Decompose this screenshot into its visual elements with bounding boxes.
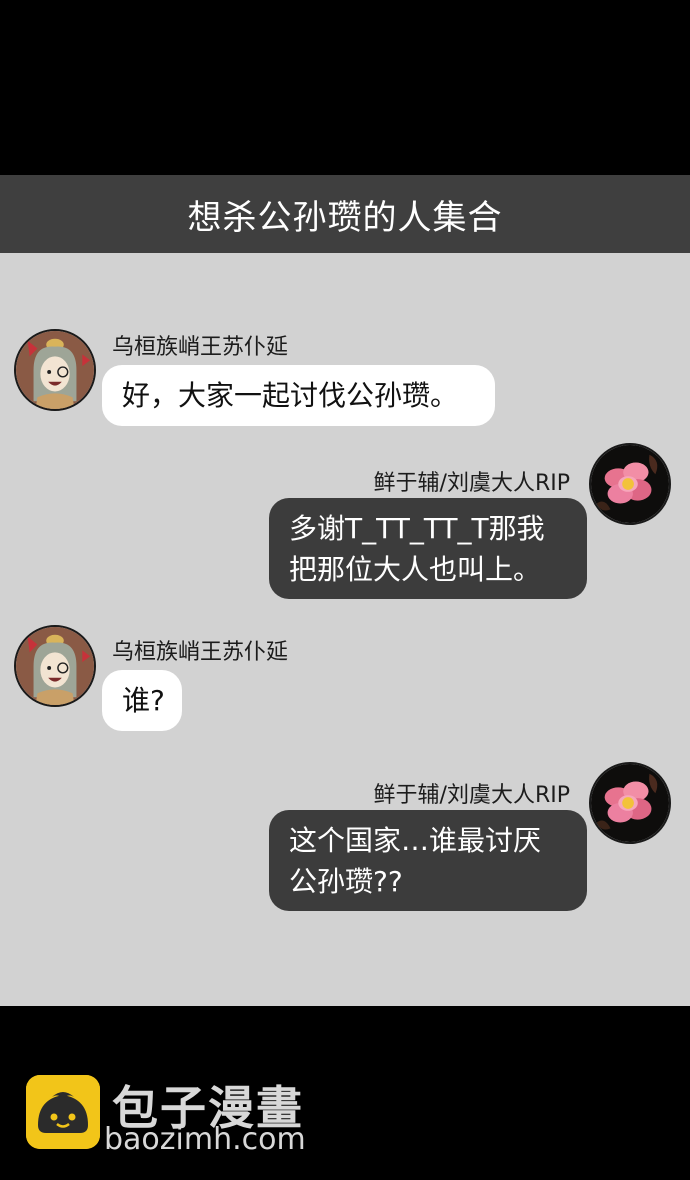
message-bubble-right: 这个国家…谁最讨厌公孙瓒?? (269, 810, 587, 911)
message-text: 谁? (122, 684, 165, 717)
message-text: 好，大家一起讨伐公孙瓒。 (122, 379, 459, 412)
message-bubble-left: 谁? (102, 670, 182, 731)
sender-name: 乌桓族峭王苏仆延 (112, 640, 289, 665)
character-avatar[interactable] (14, 625, 96, 707)
sender-name: 乌桓族峭王苏仆延 (112, 335, 289, 360)
cartoon-character-avatar-icon (16, 331, 94, 409)
sender-name: 鲜于辅/刘虞大人RIP (373, 471, 570, 496)
message-bubble-right: 多谢T_TT_TT_T那我把那位大人也叫上。 (269, 498, 587, 599)
cartoon-character-avatar-icon (16, 627, 94, 705)
chat-title-bar: 想杀公孙瓒的人集合 (0, 175, 690, 253)
character-avatar[interactable] (14, 329, 96, 411)
message-text: 多谢T_TT_TT_T那我把那位大人也叫上。 (289, 512, 545, 586)
flower-avatar[interactable] (589, 762, 671, 844)
pink-flower-avatar-icon (591, 445, 669, 523)
baozi-bun-icon (26, 1075, 100, 1149)
flower-avatar[interactable] (589, 443, 671, 525)
chat-title: 想杀公孙瓒的人集合 (187, 197, 503, 238)
sender-name: 鲜于辅/刘虞大人RIP (373, 783, 570, 808)
watermark-url: baozimh.com (104, 1122, 306, 1157)
message-text: 这个国家…谁最讨厌公孙瓒?? (289, 824, 542, 898)
pink-flower-avatar-icon (591, 764, 669, 842)
message-bubble-left: 好，大家一起讨伐公孙瓒。 (102, 365, 495, 426)
top-black-panel (0, 0, 690, 175)
